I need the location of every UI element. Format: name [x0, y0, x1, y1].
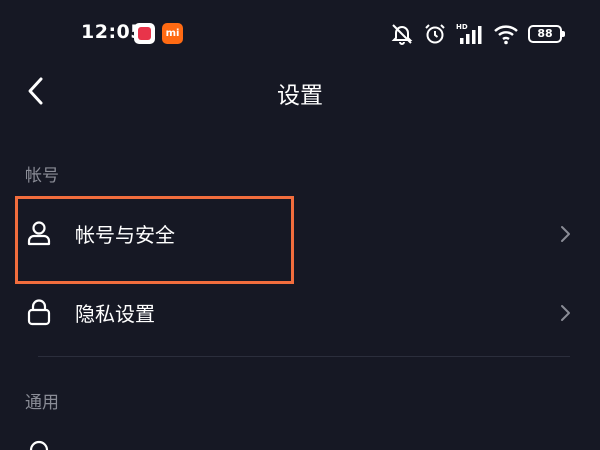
settings-item-label: 帐号与安全: [75, 223, 175, 247]
settings-item-account-security[interactable]: 帐号与安全: [0, 203, 600, 263]
chevron-right-icon: [561, 305, 570, 321]
user-icon: [27, 221, 51, 246]
section-header-account: 帐号: [25, 166, 59, 186]
app-notification-icon: [134, 23, 155, 44]
mi-app-icon: mi: [162, 23, 183, 44]
section-divider: [38, 356, 570, 357]
lock-icon: [27, 299, 51, 326]
wifi-icon: [494, 25, 518, 45]
battery-icon: 88: [528, 25, 565, 43]
page-title: 设置: [277, 83, 323, 109]
status-icons: HD 88: [390, 21, 565, 47]
chevron-right-icon: [561, 226, 570, 242]
network-label: HD: [456, 23, 468, 31]
nav-bar: 设置: [0, 70, 600, 116]
alarm-icon: [425, 24, 445, 44]
muted-bell-icon: [391, 24, 413, 45]
status-bar: 12:05 mi HD 88: [0, 0, 600, 70]
battery-level: 88: [537, 27, 553, 40]
settings-item-label: 隐私设置: [75, 302, 155, 326]
settings-item-privacy[interactable]: 隐私设置: [0, 282, 600, 342]
cellular-signal-icon: HD: [456, 23, 482, 44]
section-header-general: 通用: [25, 393, 59, 413]
partial-row-icon: [29, 440, 49, 450]
